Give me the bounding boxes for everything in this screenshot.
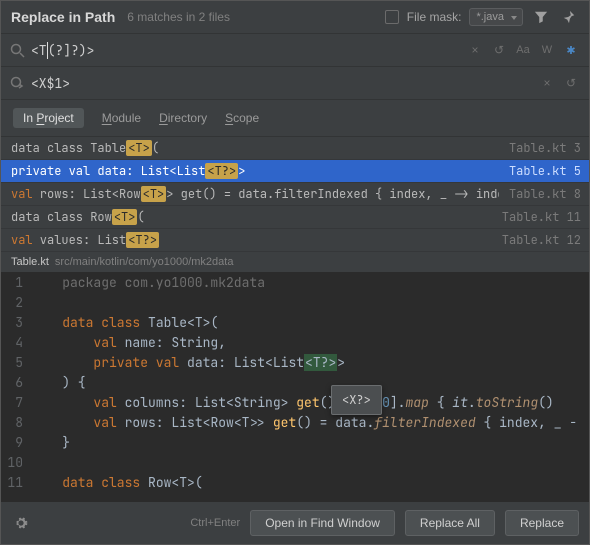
- code-line: 5 private val data: List<List<T?>>: [1, 353, 589, 373]
- result-row[interactable]: data class Table<T>(Table.kt 3: [1, 137, 589, 160]
- results-list: data class Table<T>(Table.kt 3private va…: [1, 137, 589, 252]
- tab-scope[interactable]: Scope: [225, 111, 259, 125]
- crumb-file: Table.kt: [11, 256, 49, 268]
- crumb-path: src/main/kotlin/com/yo1000/mk2data: [55, 256, 234, 268]
- replace-arrow-icon: [9, 75, 25, 91]
- dialog-header: Replace in Path 6 matches in 2 files Fil…: [1, 1, 589, 34]
- footer: Ctrl+Enter Open in Find Window Replace A…: [1, 501, 589, 544]
- preview-breadcrumb: Table.kt src/main/kotlin/com/yo1000/mk2d…: [1, 252, 589, 273]
- code-preview[interactable]: 1 package com.yo1000.mk2data23 data clas…: [1, 273, 589, 501]
- shortcut-hint: Ctrl+Enter: [190, 517, 240, 529]
- history-icon[interactable]: ↺: [489, 40, 509, 60]
- open-in-find-window-button[interactable]: Open in Find Window: [250, 510, 395, 536]
- replace-history-icon[interactable]: ↺: [561, 73, 581, 93]
- code-line: 10: [1, 453, 589, 473]
- result-row[interactable]: data class Row<T>(Table.kt 11: [1, 206, 589, 229]
- replace-row: <X$1> × ↺: [1, 67, 589, 100]
- filter-icon[interactable]: [531, 7, 551, 27]
- code-line: 9 }: [1, 433, 589, 453]
- words-toggle[interactable]: W: [537, 40, 557, 60]
- find-input[interactable]: <T(?]?)>: [31, 42, 459, 59]
- code-line: 3 data class Table<T>(: [1, 313, 589, 333]
- scope-tabs: In Project Module Directory Scope: [1, 100, 589, 137]
- clear-find-icon[interactable]: ×: [465, 40, 485, 60]
- pin-icon[interactable]: [559, 7, 579, 27]
- code-line: 8 val rows: List<Row<T>> get() = data.fi…: [1, 413, 589, 433]
- clear-replace-icon[interactable]: ×: [537, 73, 557, 93]
- replace-all-button[interactable]: Replace All: [405, 510, 495, 536]
- filemask-select[interactable]: *.java: [469, 8, 523, 26]
- tab-module[interactable]: Module: [102, 111, 141, 125]
- find-row: <T(?]?)> × ↺ Aa W ✱: [1, 34, 589, 67]
- dialog-title: Replace in Path: [11, 9, 115, 25]
- result-row[interactable]: val values: List<T?>Table.kt 12: [1, 229, 589, 252]
- filemask-label: File mask:: [407, 10, 462, 24]
- replace-input[interactable]: <X$1>: [31, 75, 531, 92]
- gear-icon[interactable]: [11, 513, 31, 533]
- code-line: 6 ) {: [1, 373, 589, 393]
- tab-in-project[interactable]: In Project: [13, 108, 84, 128]
- replace-in-path-dialog: Replace in Path 6 matches in 2 files Fil…: [0, 0, 590, 545]
- code-line: 7 val columns: List<String> get() ta[0].…: [1, 393, 589, 413]
- search-icon: [9, 42, 25, 58]
- code-line: 1 package com.yo1000.mk2data: [1, 273, 589, 293]
- match-case-toggle[interactable]: Aa: [513, 40, 533, 60]
- result-row[interactable]: val rows: List<Row<T>> get() = data.filt…: [1, 183, 589, 206]
- code-line: 11 data class Row<T>(: [1, 473, 589, 493]
- replace-button[interactable]: Replace: [505, 510, 579, 536]
- result-row[interactable]: private val data: List<List<T?>>Table.kt…: [1, 160, 589, 183]
- code-line: 4 val name: String,: [1, 333, 589, 353]
- regex-toggle[interactable]: ✱: [561, 40, 581, 60]
- match-summary: 6 matches in 2 files: [127, 10, 230, 24]
- replace-preview-tooltip: <X?>: [331, 385, 382, 415]
- filemask-checkbox[interactable]: [385, 10, 399, 24]
- code-line: 2: [1, 293, 589, 313]
- tab-directory[interactable]: Directory: [159, 111, 207, 125]
